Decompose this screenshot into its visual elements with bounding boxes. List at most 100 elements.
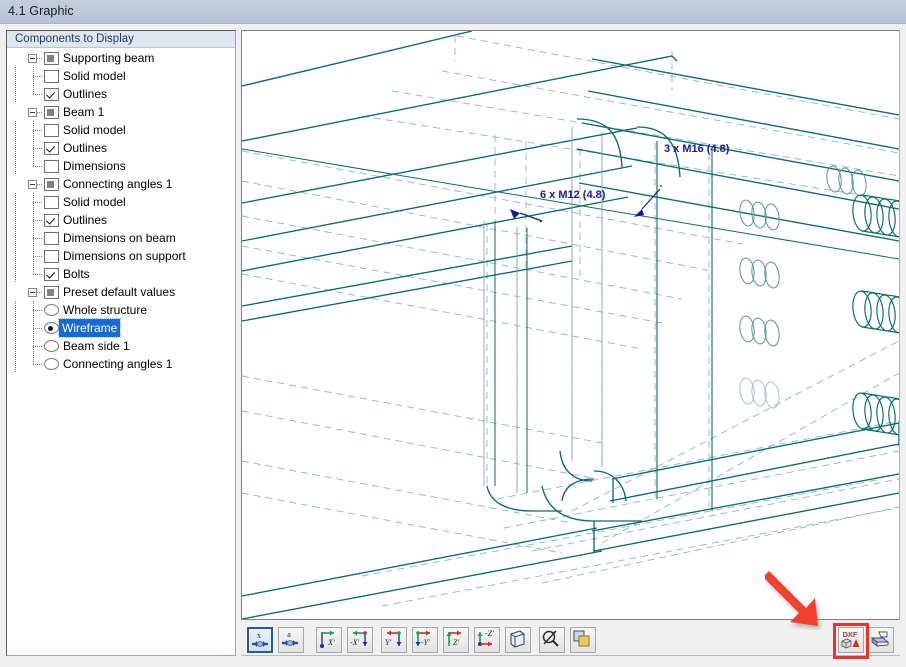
print-button[interactable]	[868, 627, 894, 653]
tree-item-label: Outlines	[59, 211, 107, 229]
tree-item-label: Supporting beam	[59, 49, 154, 67]
tree-item-solid-model[interactable]: Solid model	[7, 67, 235, 85]
tree-item-outlines[interactable]: Outlines	[7, 211, 235, 229]
wireframe-drawing	[242, 31, 899, 619]
zoom-all-button[interactable]	[539, 627, 565, 653]
tree-item-label: Connecting angles 1	[59, 355, 172, 373]
components-tree[interactable]: Supporting beamSolid modelOutlinesBeam 1…	[7, 49, 235, 655]
tree-item-outlines[interactable]: Outlines	[7, 85, 235, 103]
tree-item-label: Bolts	[59, 265, 90, 283]
tree-expander-icon[interactable]	[25, 175, 43, 193]
tree-item-label: Wireframe	[59, 319, 120, 337]
render-mode-button[interactable]	[570, 627, 596, 653]
view-minus-x-button[interactable]: -X'	[347, 627, 373, 653]
view-minus-y-button[interactable]: -Y'	[412, 627, 438, 653]
tree-checkbox-unchecked[interactable]	[44, 124, 59, 137]
tree-item-wireframe[interactable]: Wireframe	[7, 319, 235, 337]
dimension-x-button[interactable]: x	[247, 627, 273, 653]
tree-branch-connector	[25, 355, 43, 373]
tree-item-label: Preset default values	[59, 283, 175, 301]
tree-checkbox-checked[interactable]	[44, 214, 59, 227]
tree-indent	[7, 229, 25, 247]
tree-branch-connector	[25, 265, 43, 283]
tree-checkbox-unchecked[interactable]	[44, 232, 59, 245]
tree-radio-unselected[interactable]	[44, 358, 59, 370]
view-z-button[interactable]: Z'	[443, 627, 469, 653]
view-minus-z-button[interactable]: -Z'	[474, 627, 500, 653]
tree-indent	[7, 121, 25, 139]
tree-item-preset-default-values[interactable]: Preset default values	[7, 283, 235, 301]
tree-indent	[7, 49, 25, 67]
tree-checkbox-checked[interactable]	[44, 88, 59, 101]
tree-checkbox-checked[interactable]	[44, 268, 59, 281]
tree-branch-connector	[25, 229, 43, 247]
tree-item-dimensions-on-beam[interactable]: Dimensions on beam	[7, 229, 235, 247]
tree-checkbox-partial[interactable]	[44, 178, 59, 191]
tree-item-outlines[interactable]: Outlines	[7, 139, 235, 157]
tree-expander-icon[interactable]	[25, 103, 43, 121]
tree-item-label: Beam 1	[59, 103, 104, 121]
tree-checkbox-checked[interactable]	[44, 142, 59, 155]
graphic-panel: 3 x M16 (4.8) 6 x M12 (4.8) x a	[241, 30, 900, 656]
isometric-view-button[interactable]	[505, 627, 531, 653]
dxf-export-button[interactable]: DXF	[838, 627, 864, 653]
svg-text:a: a	[287, 630, 291, 639]
svg-text:-Y': -Y'	[421, 638, 430, 647]
tree-checkbox-unchecked[interactable]	[44, 196, 59, 209]
tree-indent	[7, 157, 25, 175]
tree-indent	[7, 193, 25, 211]
tree-item-label: Solid model	[59, 121, 126, 139]
tree-checkbox-unchecked[interactable]	[44, 160, 59, 173]
view-y-button[interactable]: Y'	[381, 627, 407, 653]
tree-item-label: Solid model	[59, 67, 126, 85]
tree-branch-connector	[25, 157, 43, 175]
tree-item-connecting-angles-1[interactable]: Connecting angles 1	[7, 175, 235, 193]
components-tree-panel: Components to Display Supporting beamSol…	[6, 30, 236, 656]
annotation-bolts-m16: 3 x M16 (4.8)	[664, 143, 729, 155]
tree-item-dimensions-on-support[interactable]: Dimensions on support	[7, 247, 235, 265]
tree-indent	[7, 103, 25, 121]
tree-indent	[7, 319, 25, 337]
tree-item-whole-structure[interactable]: Whole structure	[7, 301, 235, 319]
tree-indent	[7, 85, 25, 103]
tree-branch-connector	[25, 85, 43, 103]
tree-item-label: Outlines	[59, 139, 107, 157]
tree-radio-selected[interactable]	[44, 322, 59, 334]
tree-item-beam-1[interactable]: Beam 1	[7, 103, 235, 121]
tree-checkbox-partial[interactable]	[44, 106, 59, 119]
svg-text:Y': Y'	[385, 638, 391, 647]
tree-radio-unselected[interactable]	[44, 340, 59, 352]
tree-indent	[7, 175, 25, 193]
tree-indent	[7, 139, 25, 157]
tree-indent	[7, 247, 25, 265]
graphic-viewport[interactable]: 3 x M16 (4.8) 6 x M12 (4.8)	[241, 30, 900, 620]
tree-branch-connector	[25, 319, 43, 337]
tree-item-solid-model[interactable]: Solid model	[7, 121, 235, 139]
dialog-title-bar: 4.1 Graphic	[0, 0, 906, 24]
dimension-a-button[interactable]: a	[278, 627, 304, 653]
view-x-button[interactable]: X'	[316, 627, 342, 653]
tree-item-bolts[interactable]: Bolts	[7, 265, 235, 283]
svg-text:Z': Z'	[453, 638, 459, 647]
tree-item-supporting-beam[interactable]: Supporting beam	[7, 49, 235, 67]
tree-item-beam-side-1[interactable]: Beam side 1	[7, 337, 235, 355]
tree-checkbox-partial[interactable]	[44, 286, 59, 299]
tree-expander-icon[interactable]	[25, 283, 43, 301]
tree-item-label: Outlines	[59, 85, 107, 103]
tree-item-label: Dimensions	[59, 157, 126, 175]
tree-radio-unselected[interactable]	[44, 304, 59, 316]
tree-branch-connector	[25, 211, 43, 229]
tree-checkbox-unchecked[interactable]	[44, 250, 59, 263]
tree-item-connecting-angles-1[interactable]: Connecting angles 1	[7, 355, 235, 373]
tree-item-label: Connecting angles 1	[59, 175, 172, 193]
tree-item-solid-model[interactable]: Solid model	[7, 193, 235, 211]
tree-item-label: Dimensions on beam	[59, 229, 176, 247]
tree-checkbox-partial[interactable]	[44, 52, 59, 65]
tree-branch-connector	[25, 337, 43, 355]
tree-item-dimensions[interactable]: Dimensions	[7, 157, 235, 175]
tree-expander-icon[interactable]	[25, 49, 43, 67]
tree-indent	[7, 337, 25, 355]
tree-indent	[7, 211, 25, 229]
tree-checkbox-unchecked[interactable]	[44, 70, 59, 83]
tree-branch-connector	[25, 193, 43, 211]
